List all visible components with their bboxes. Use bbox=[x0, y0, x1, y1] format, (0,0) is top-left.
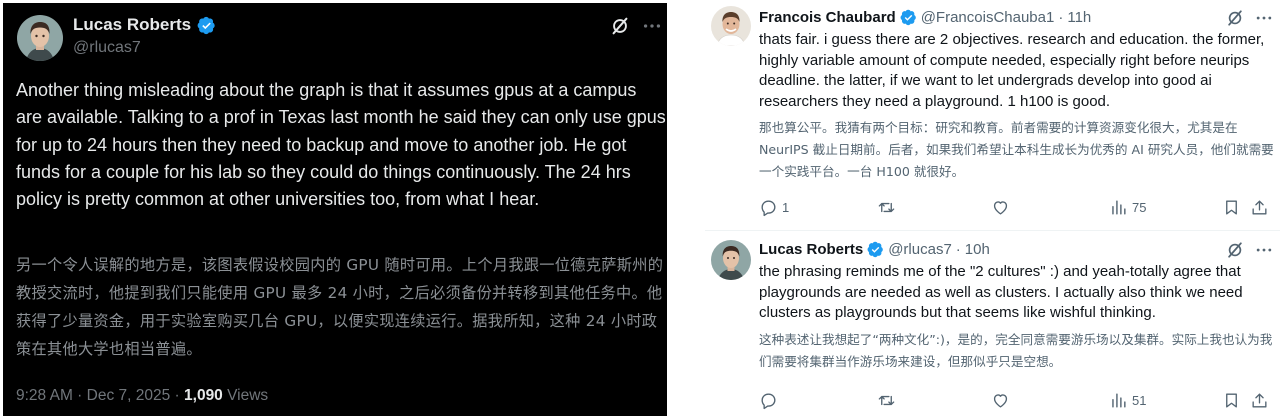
left-post-card: Lucas Roberts @rlucas7 Another thing mis… bbox=[3, 3, 667, 416]
post-text-chinese: 这种表述让我想起了“两种文化”:)，是的，完全同意需要游乐场以及集群。实际上我也… bbox=[759, 332, 1273, 369]
views-button[interactable]: 51 bbox=[1109, 391, 1146, 410]
author-handle[interactable]: @rlucas7 bbox=[73, 39, 141, 57]
verified-badge-icon bbox=[867, 241, 884, 258]
reply-count: 1 bbox=[782, 200, 790, 215]
author-name[interactable]: Lucas Roberts bbox=[759, 241, 863, 258]
post-header: Lucas Roberts @rlucas7 · 10h bbox=[759, 241, 990, 258]
action-bar: 51 bbox=[759, 391, 1274, 413]
avatar[interactable] bbox=[711, 240, 751, 280]
post-text-chinese: 那也算公平。我猜有两个目标：研究和教育。前者需要的计算资源变化很大，尤其是在 N… bbox=[759, 120, 1274, 179]
post-text-english: Another thing misleading about the graph… bbox=[16, 80, 666, 210]
view-count: 75 bbox=[1132, 200, 1147, 215]
post-header: Francois Chaubard @FrancoisChauba1 · 11h bbox=[759, 9, 1091, 26]
views-icon bbox=[1109, 391, 1128, 410]
reply-post-lucas[interactable]: Lucas Roberts @rlucas7 · 10h the phrasin… bbox=[705, 231, 1280, 419]
share-icon bbox=[1250, 198, 1269, 217]
author-handle[interactable]: @FrancoisChauba1 bbox=[921, 9, 1055, 26]
avatar-image bbox=[711, 240, 751, 280]
reply-post-francois[interactable]: Francois Chaubard @FrancoisChauba1 · 11h… bbox=[705, 0, 1280, 230]
author-name[interactable]: Francois Chaubard bbox=[759, 9, 896, 26]
grok-icon[interactable] bbox=[1225, 8, 1245, 28]
reply-icon bbox=[759, 198, 778, 217]
view-count: 51 bbox=[1132, 393, 1147, 408]
views-button[interactable]: 75 bbox=[1109, 198, 1146, 217]
share-button[interactable] bbox=[1250, 198, 1269, 217]
avatar-image bbox=[17, 15, 63, 61]
separator-dot: · bbox=[1058, 9, 1064, 26]
like-icon bbox=[991, 198, 1010, 217]
grok-icon[interactable] bbox=[609, 15, 631, 37]
author-name[interactable]: Lucas Roberts bbox=[73, 15, 191, 35]
action-bar: 1 75 bbox=[759, 198, 1274, 220]
post-timestamp[interactable]: 9:28 AM · Dec 7, 2025 · bbox=[16, 387, 184, 404]
post-time[interactable]: 10h bbox=[965, 241, 990, 258]
more-icon[interactable] bbox=[1254, 8, 1274, 28]
reply-icon bbox=[759, 391, 778, 410]
post-text-english: thats fair. i guess there are 2 objectiv… bbox=[759, 31, 1265, 110]
verified-badge-icon bbox=[197, 16, 216, 35]
views-count: 1,090 bbox=[184, 387, 223, 404]
like-button[interactable] bbox=[991, 198, 1014, 217]
share-button[interactable] bbox=[1250, 391, 1269, 410]
reply-button[interactable] bbox=[759, 391, 782, 410]
author-handle[interactable]: @rlucas7 bbox=[888, 241, 952, 258]
like-button[interactable] bbox=[991, 391, 1014, 410]
avatar-image bbox=[711, 6, 751, 46]
like-icon bbox=[991, 391, 1010, 410]
more-icon[interactable] bbox=[641, 15, 663, 37]
bookmark-button[interactable] bbox=[1222, 391, 1241, 410]
bookmark-icon bbox=[1222, 391, 1241, 410]
more-icon[interactable] bbox=[1254, 240, 1274, 260]
reply-thread: Francois Chaubard @FrancoisChauba1 · 11h… bbox=[705, 0, 1280, 419]
author-row: Lucas Roberts bbox=[73, 15, 216, 35]
reply-button[interactable]: 1 bbox=[759, 198, 789, 217]
avatar[interactable] bbox=[17, 15, 63, 61]
repost-icon bbox=[877, 391, 896, 410]
post-metadata: 9:28 AM · Dec 7, 2025 · 1,090 Views bbox=[16, 387, 268, 405]
views-icon bbox=[1109, 198, 1128, 217]
post-text-chinese: 另一个令人误解的地方是，该图表假设校园内的 GPU 随时可用。上个月我跟一位德克… bbox=[16, 256, 664, 358]
post-text-english: the phrasing reminds me of the "2 cultur… bbox=[759, 263, 1243, 321]
repost-icon bbox=[877, 198, 896, 217]
avatar[interactable] bbox=[711, 6, 751, 46]
bookmark-button[interactable] bbox=[1222, 198, 1241, 217]
views-label: Views bbox=[222, 387, 269, 404]
share-icon bbox=[1250, 391, 1269, 410]
verified-badge-icon bbox=[900, 9, 917, 26]
repost-button[interactable] bbox=[877, 391, 900, 410]
bookmark-icon bbox=[1222, 198, 1241, 217]
repost-button[interactable] bbox=[877, 198, 900, 217]
separator-dot: · bbox=[955, 241, 961, 258]
grok-icon[interactable] bbox=[1225, 240, 1245, 260]
post-time[interactable]: 11h bbox=[1067, 9, 1091, 26]
